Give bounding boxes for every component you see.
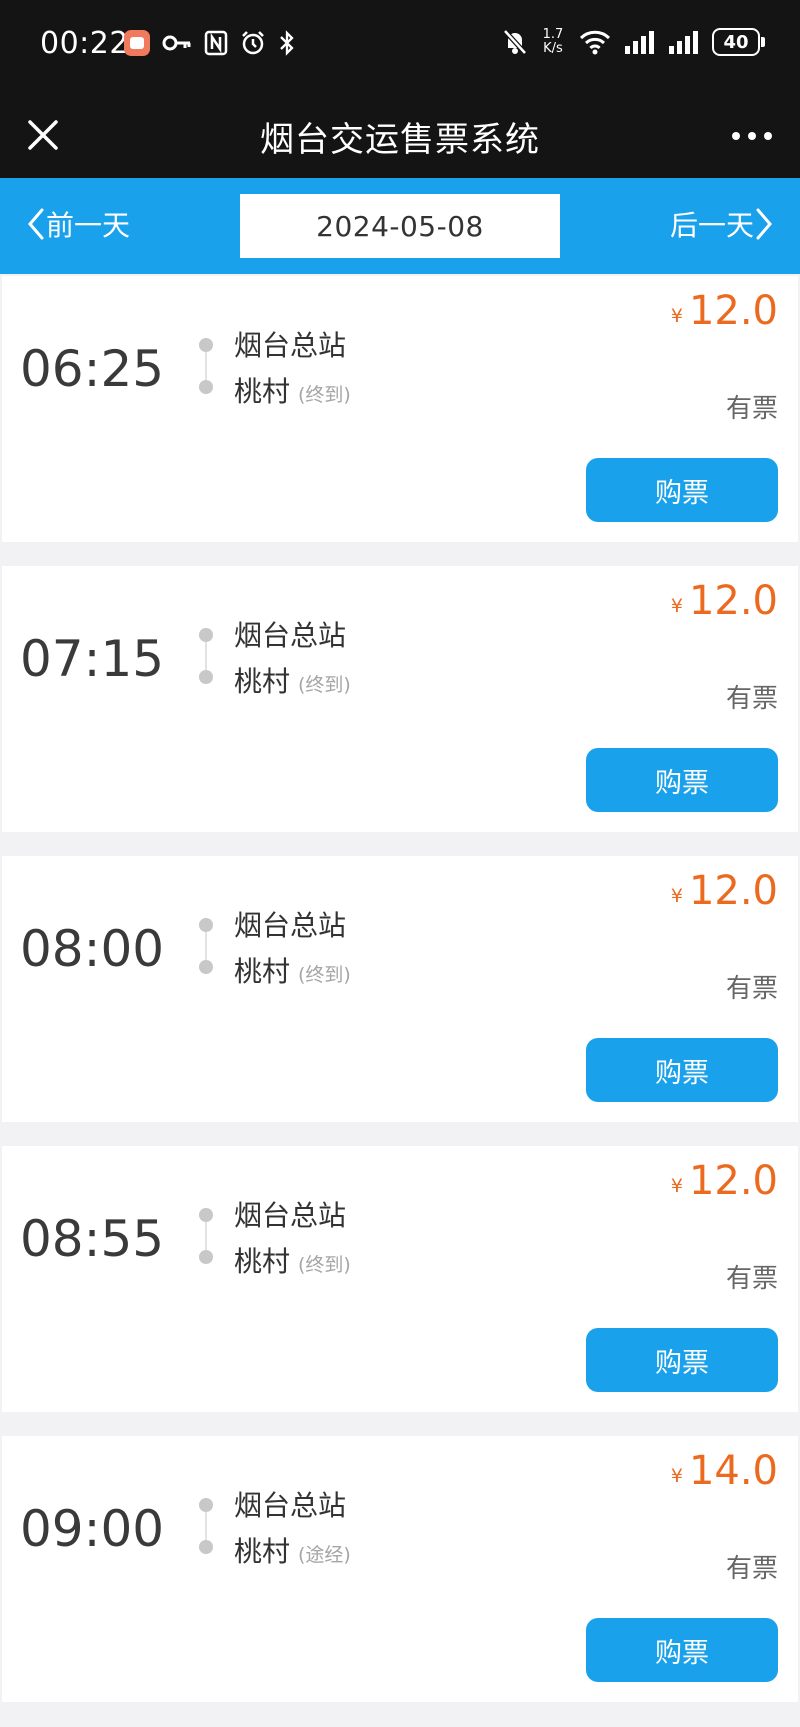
wifi-icon (579, 30, 611, 55)
signal-icon-2 (669, 31, 698, 54)
date-bar: 前一天 2024-05-08 后一天 (0, 178, 800, 274)
destination-name: 桃村 (234, 375, 291, 408)
buy-ticket-button[interactable]: 购票 (586, 748, 778, 812)
chevron-right-icon (756, 208, 772, 240)
next-day-button[interactable]: 后一天 (670, 204, 776, 244)
destination-name: 桃村 (234, 1245, 291, 1278)
price-value: 12.0 (688, 1158, 778, 1204)
signal-icon (625, 31, 654, 54)
destination-name: 桃村 (234, 1535, 291, 1568)
buy-ticket-button[interactable]: 购票 (586, 1328, 778, 1392)
route-line-icon (198, 338, 214, 394)
currency-symbol: ¥ (670, 885, 683, 907)
currency-symbol: ¥ (670, 595, 683, 617)
more-dots-icon (732, 132, 772, 140)
prev-day-label: 前一天 (46, 209, 131, 242)
destination-station: 桃村 (终到) (234, 1240, 351, 1280)
network-speed-value: 1.7 (542, 27, 564, 42)
chevron-left-icon (28, 208, 44, 240)
availability-status: 有票 (725, 684, 778, 714)
stop-type-tag: (终到) (298, 1254, 351, 1276)
key-icon (162, 35, 191, 51)
departure-time: 07:15 (20, 630, 165, 688)
origin-station: 烟台总站 (234, 619, 347, 652)
network-speed-unit: K/s (543, 41, 563, 56)
title-bar: 烟台交运售票系统 (0, 92, 800, 178)
next-day-label: 后一天 (669, 209, 754, 242)
app-notification-icon (124, 30, 150, 56)
destination-station: 桃村 (终到) (234, 370, 351, 410)
departure-time: 08:00 (20, 920, 165, 978)
origin-station: 烟台总站 (234, 909, 347, 942)
origin-station: 烟台总站 (234, 1489, 347, 1522)
destination-name: 桃村 (234, 665, 291, 698)
stop-type-tag: (终到) (298, 384, 351, 406)
trip-card: 06:25 烟台总站 桃村 (终到) ¥12.0 有票 购票 (2, 276, 798, 542)
stop-type-tag: (途经) (298, 1544, 351, 1566)
route-line-icon (198, 628, 214, 684)
route-line-icon (198, 918, 214, 974)
route-line-icon (198, 1208, 214, 1264)
currency-symbol: ¥ (670, 305, 683, 327)
stop-type-tag: (终到) (298, 964, 351, 986)
price-value: 12.0 (688, 288, 778, 334)
status-bar: 00:22 1.7 K/s 40 (0, 0, 800, 92)
buy-ticket-button[interactable]: 购票 (586, 458, 778, 522)
trip-card: 08:55 烟台总站 桃村 (终到) ¥12.0 有票 购票 (2, 1146, 798, 1412)
origin-station: 烟台总站 (234, 329, 347, 362)
availability-status: 有票 (725, 974, 778, 1004)
destination-station: 桃村 (途经) (234, 1530, 351, 1570)
destination-station: 桃村 (终到) (234, 950, 351, 990)
trip-card: 08:00 烟台总站 桃村 (终到) ¥12.0 有票 购票 (2, 856, 798, 1122)
availability-status: 有票 (725, 394, 778, 424)
alarm-icon (242, 31, 264, 55)
more-options-button[interactable] (724, 116, 780, 156)
departure-time: 09:00 (20, 1500, 165, 1558)
ticket-price: ¥12.0 (671, 578, 778, 624)
buy-ticket-button[interactable]: 购票 (586, 1038, 778, 1102)
price-value: 12.0 (688, 868, 778, 914)
nfc-icon (204, 30, 228, 56)
buy-ticket-button[interactable]: 购票 (586, 1618, 778, 1682)
trip-list: 06:25 烟台总站 桃村 (终到) ¥12.0 有票 购票 07:15 烟台总站… (0, 276, 800, 1726)
ticket-price: ¥12.0 (671, 868, 778, 914)
network-speed: 1.7 K/s (540, 28, 566, 56)
ticket-price: ¥12.0 (671, 288, 778, 334)
currency-symbol: ¥ (670, 1175, 683, 1197)
status-time: 00:22 (40, 26, 129, 61)
ticket-price: ¥14.0 (671, 1448, 778, 1494)
prev-day-button[interactable]: 前一天 (24, 204, 130, 244)
availability-status: 有票 (725, 1554, 778, 1584)
battery-icon: 40 (712, 28, 765, 56)
page-title: 烟台交运售票系统 (260, 120, 540, 160)
availability-status: 有票 (725, 1264, 778, 1294)
date-selector[interactable]: 2024-05-08 (240, 194, 560, 258)
stop-type-tag: (终到) (298, 674, 351, 696)
destination-name: 桃村 (234, 955, 291, 988)
status-right-icons: 1.7 K/s 40 (502, 28, 765, 56)
route-line-icon (198, 1498, 214, 1554)
origin-station: 烟台总站 (234, 1199, 347, 1232)
trip-card: 09:00 烟台总站 桃村 (途经) ¥14.0 有票 购票 (2, 1436, 798, 1702)
departure-time: 08:55 (20, 1210, 165, 1268)
mute-bell-icon (503, 29, 527, 55)
destination-station: 桃村 (终到) (234, 660, 351, 700)
price-value: 12.0 (688, 578, 778, 624)
bluetooth-icon (280, 30, 294, 56)
price-value: 14.0 (688, 1448, 778, 1494)
departure-time: 06:25 (20, 340, 165, 398)
currency-symbol: ¥ (670, 1465, 683, 1487)
status-left-icons (124, 30, 296, 56)
trip-card: 07:15 烟台总站 桃村 (终到) ¥12.0 有票 购票 (2, 566, 798, 832)
ticket-price: ¥12.0 (671, 1158, 778, 1204)
battery-level: 40 (723, 31, 749, 53)
